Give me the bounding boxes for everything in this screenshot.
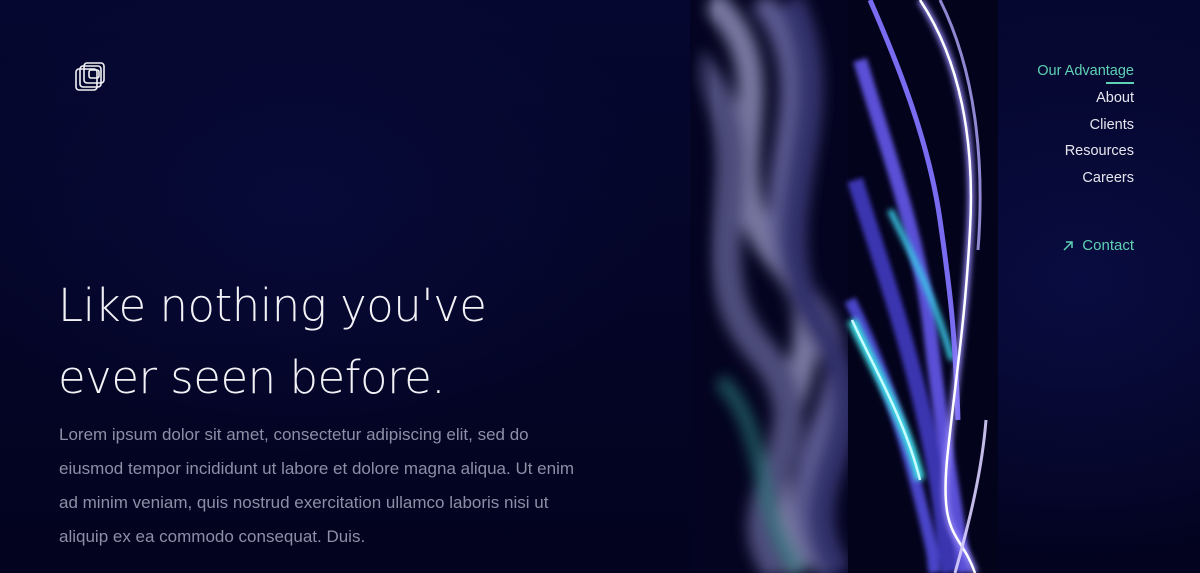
hero-headline: Like nothing you've ever seen before. bbox=[58, 270, 658, 414]
nav-item-resources[interactable]: Resources bbox=[1037, 138, 1134, 165]
nav-item-about[interactable]: About bbox=[1037, 85, 1134, 112]
hero-body-text: Lorem ipsum dolor sit amet, consectetur … bbox=[59, 425, 575, 546]
arrow-up-right-icon bbox=[1062, 240, 1074, 252]
hero-page: Our Advantage About Clients Resources Ca… bbox=[0, 0, 1200, 573]
main-nav: Our Advantage About Clients Resources Ca… bbox=[1037, 58, 1134, 192]
hero-neon-cable-image bbox=[690, 0, 1000, 573]
hero-headline-line-2: ever seen before. bbox=[58, 351, 446, 404]
hero-headline-line-1: Like nothing you've bbox=[58, 279, 487, 332]
nav-item-clients[interactable]: Clients bbox=[1037, 112, 1134, 139]
contact-link[interactable]: Contact bbox=[1062, 237, 1134, 254]
stacked-squares-logo-icon[interactable] bbox=[74, 62, 106, 94]
nav-item-careers[interactable]: Careers bbox=[1037, 165, 1134, 192]
contact-label: Contact bbox=[1082, 237, 1134, 254]
nav-item-our-advantage[interactable]: Our Advantage bbox=[1037, 58, 1134, 85]
